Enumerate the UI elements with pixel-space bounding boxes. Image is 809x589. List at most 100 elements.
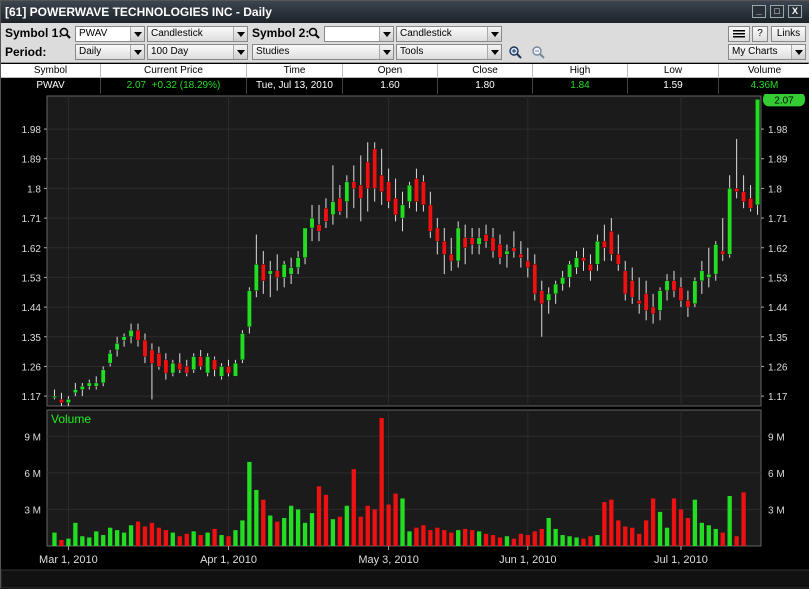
candle-body	[553, 283, 559, 295]
candle-body	[302, 227, 308, 258]
chart-type2-select[interactable]: Candlestick	[396, 26, 502, 42]
candle-body	[253, 264, 259, 291]
candle-body	[595, 240, 600, 265]
price-tick-label-right: 1.8	[768, 184, 782, 195]
candle-body	[393, 198, 398, 215]
range-select[interactable]: 100 Day	[147, 44, 248, 60]
quote-change: +0.32 (18.29%)	[151, 80, 221, 91]
candle-body	[428, 204, 433, 232]
candle-body	[295, 257, 301, 268]
time-tick-label: Apr 1, 2010	[200, 554, 257, 566]
symbol2-input[interactable]	[324, 26, 394, 42]
maximize-button[interactable]: □	[770, 5, 784, 18]
menu-button[interactable]	[728, 26, 750, 42]
volume-bar	[511, 538, 517, 546]
price-tick-label-left: 1.35	[22, 333, 42, 344]
candle-body	[226, 366, 231, 374]
quote-header-volume: Volume	[747, 65, 782, 76]
quote-close: 1.80	[438, 78, 533, 94]
candle-body	[212, 359, 217, 370]
volume-bar	[128, 525, 134, 546]
quote-volume: 4.36M	[750, 80, 779, 91]
candle-body	[713, 244, 719, 275]
candle-body	[233, 362, 238, 377]
candle-body	[379, 175, 384, 192]
volume-bar	[678, 509, 684, 546]
volume-bar	[643, 520, 649, 546]
candle-body	[734, 188, 739, 192]
candle-body	[462, 237, 468, 248]
volume-bar	[73, 522, 78, 546]
volume-bar	[261, 499, 266, 546]
search-icon[interactable]	[308, 27, 320, 39]
my-charts-select[interactable]: My Charts	[728, 44, 806, 60]
chevron-down-icon[interactable]	[379, 27, 393, 41]
volume-title: Volume	[51, 412, 91, 426]
minimize-button[interactable]: _	[752, 5, 766, 18]
price-tick-label-left: 1.44	[22, 303, 42, 314]
chevron-down-icon	[233, 45, 247, 59]
volume-bar	[595, 535, 600, 546]
candle-body	[685, 300, 691, 308]
help-button[interactable]: ?	[752, 26, 768, 42]
candle-body	[274, 270, 280, 278]
volume-bar	[532, 531, 537, 546]
studies-select[interactable]: Studies	[252, 44, 394, 60]
candle-body	[678, 287, 684, 301]
tools-select[interactable]: Tools	[396, 44, 502, 60]
volume-bar	[567, 536, 572, 546]
volume-bar	[664, 527, 670, 546]
candle-body	[260, 264, 266, 281]
volume-bar	[671, 498, 677, 546]
symbol1-input[interactable]: PWAV	[75, 26, 145, 42]
volume-bar	[66, 538, 71, 546]
time-tick-label: Jul 1, 2010	[654, 554, 708, 566]
volume-bar	[400, 498, 405, 546]
candle-body	[281, 264, 287, 278]
volume-bar	[156, 527, 162, 546]
chart-type1-select[interactable]: Candlestick	[147, 26, 248, 42]
zoom-in-icon[interactable]	[508, 45, 522, 59]
volume-bar	[163, 530, 169, 546]
volume-bar	[337, 516, 343, 546]
period-label: Period:	[5, 45, 47, 59]
volume-bar	[476, 531, 482, 546]
volume-bar	[177, 536, 182, 546]
candle-body	[386, 181, 391, 202]
volume-bar	[609, 499, 614, 546]
zoom-out-icon[interactable]	[530, 45, 546, 59]
volume-bar	[344, 505, 349, 546]
time-tick-label: Jun 1, 2010	[499, 554, 557, 566]
quote-row: PWAV 2.07 +0.32 (18.29%) Tue, Jul 13, 20…	[1, 78, 809, 94]
candle-body	[156, 353, 162, 367]
volume-bar	[706, 525, 711, 546]
candle-body	[706, 273, 712, 278]
volume-bar	[149, 522, 155, 546]
candle-body	[720, 250, 726, 255]
links-button[interactable]: Links	[771, 26, 806, 42]
chevron-down-icon[interactable]	[130, 27, 144, 41]
volume-bar	[170, 532, 175, 546]
volume-tick-label-left: 6 M	[24, 469, 41, 480]
candle-body	[191, 356, 197, 370]
candle-body	[198, 356, 204, 367]
volume-bar	[553, 528, 558, 546]
price-volume-chart[interactable]: 1.98 1.98 1.89 1.89 1.8 1.8 1.71 1.71 1.62 1.62 1.…	[1, 94, 809, 589]
candle-body	[128, 329, 134, 337]
search-icon[interactable]	[59, 27, 71, 39]
volume-bar	[497, 537, 503, 546]
volume-bar	[142, 526, 148, 546]
period-select[interactable]: Daily	[75, 44, 145, 60]
candle-body	[741, 191, 746, 202]
chevron-down-icon	[791, 45, 805, 59]
candle-body	[692, 280, 698, 305]
price-tick-label-left: 1.53	[22, 273, 42, 284]
symbol2-label: Symbol 2:	[252, 26, 310, 40]
candle-body	[434, 227, 440, 242]
volume-bar	[699, 522, 704, 546]
candle-body	[114, 343, 120, 351]
close-button[interactable]: X	[788, 5, 802, 18]
volume-bar	[525, 535, 530, 546]
price-tick-label-right: 1.26	[768, 362, 788, 373]
volume-bar	[275, 521, 280, 546]
